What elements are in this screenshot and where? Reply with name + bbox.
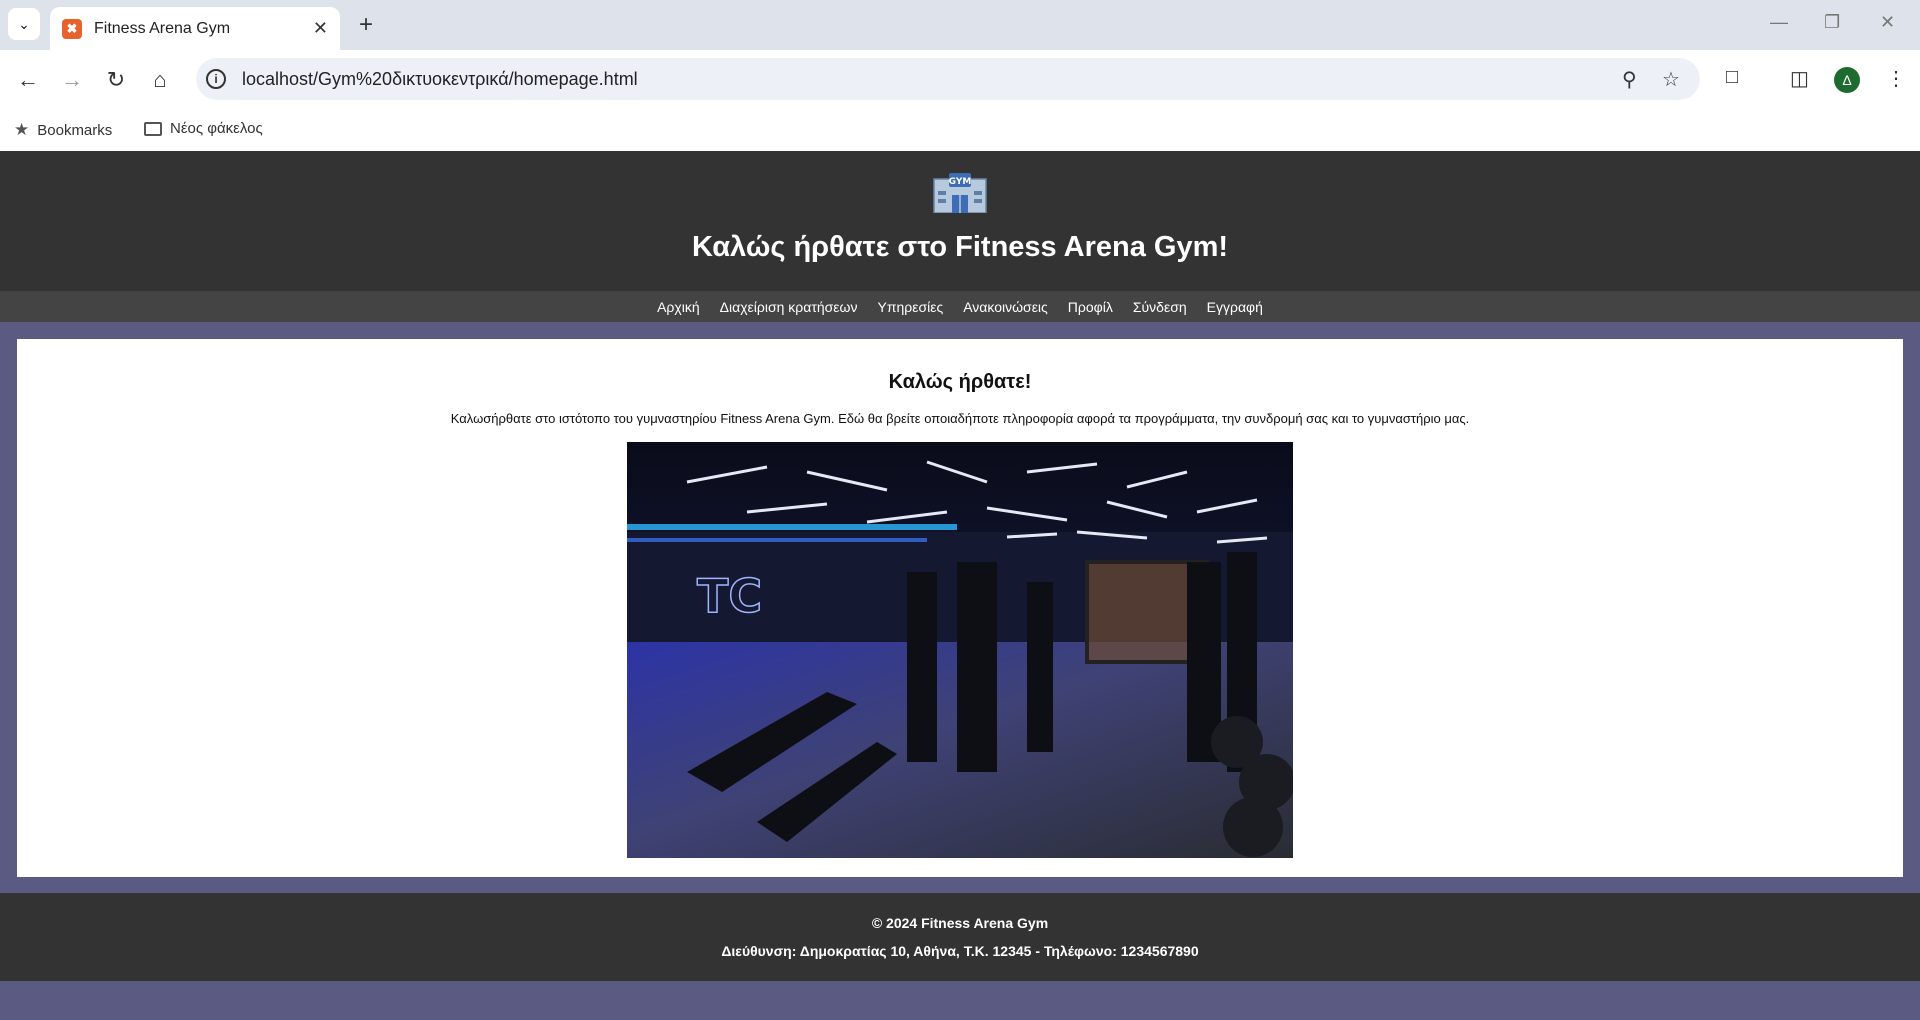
nav-home[interactable]: Αρχική — [657, 299, 700, 315]
welcome-section: Καλώς ήρθατε! Καλωσήρθατε στο ιστότοπο τ… — [17, 339, 1903, 877]
menu-icon[interactable]: ⋮ — [1886, 66, 1906, 91]
address-bar[interactable]: i localhost/Gym%20δικτυοκεντρικά/homepag… — [196, 58, 1700, 100]
main-nav: Αρχική Διαχείριση κρατήσεων Υπηρεσίες Αν… — [0, 291, 1920, 322]
nav-services[interactable]: Υπηρεσίες — [877, 299, 943, 315]
tab-title: Fitness Arena Gym — [94, 19, 231, 37]
page-title: Καλώς ήρθατε στο Fitness Arena Gym! — [691, 231, 1229, 263]
welcome-text: Καλωσήρθατε στο ιστότοπο του γυμναστηρίο… — [450, 411, 1470, 426]
browser-tab[interactable]: ✖ Fitness Arena Gym ✕ — [50, 7, 340, 50]
zoom-icon[interactable]: ⚲ — [1622, 67, 1637, 92]
site-header: GYM Καλώς ήρθατε στο Fitness Arena Gym! — [0, 151, 1920, 291]
copyright-text: © 2024 Fitness Arena Gym — [871, 915, 1049, 931]
minimize-icon[interactable]: — — [1770, 12, 1788, 33]
home-icon[interactable]: ⌂ — [146, 66, 174, 94]
close-icon[interactable]: ✕ — [313, 18, 328, 39]
favicon-icon: ✖ — [62, 18, 82, 39]
tab-list-button[interactable]: ⌄ — [8, 8, 40, 40]
gym-building-icon: GYM — [933, 173, 987, 213]
gym-interior-image: TC — [627, 442, 1293, 858]
bookmark-label: Νέος φάκελος — [170, 120, 263, 137]
logo-text: GYM — [949, 177, 972, 187]
bookmarks-bar: ★ Bookmarks Νέος φάκελος — [0, 108, 1920, 151]
reload-icon[interactable]: ↻ — [102, 66, 130, 94]
bookmark-item[interactable]: ★ Bookmarks — [14, 120, 112, 140]
bookmark-star-icon[interactable]: ☆ — [1662, 67, 1680, 92]
bookmark-folder[interactable]: Νέος φάκελος — [144, 120, 263, 137]
chevron-down-icon: ⌄ — [18, 15, 30, 32]
contact-text: Διεύθυνση: Δημοκρατίας 10, Αθήνα, Τ.Κ. 1… — [721, 943, 1199, 959]
window-close-icon[interactable]: ✕ — [1880, 12, 1895, 33]
back-icon[interactable]: ← — [14, 66, 42, 94]
nav-announcements[interactable]: Ανακοινώσεις — [963, 299, 1048, 315]
side-panel-icon[interactable]: ◫ — [1790, 66, 1809, 91]
welcome-heading: Καλώς ήρθατε! — [888, 371, 1032, 393]
nav-profile[interactable]: Προφίλ — [1068, 299, 1113, 315]
url-text[interactable]: localhost/Gym%20δικτυοκεντρικά/homepage.… — [242, 69, 638, 90]
star-icon: ★ — [14, 120, 30, 139]
nav-register[interactable]: Εγγραφή — [1207, 299, 1263, 315]
forward-icon[interactable]: → — [58, 66, 86, 94]
nav-bookings[interactable]: Διαχείριση κρατήσεων — [720, 299, 858, 315]
nav-login[interactable]: Σύνδεση — [1133, 299, 1187, 315]
browser-toolbar: ← → ↻ ⌂ i localhost/Gym%20δικτυοκεντρικά… — [0, 50, 1920, 108]
profile-avatar[interactable]: Δ — [1834, 67, 1860, 93]
restore-icon[interactable]: ❐ — [1824, 12, 1840, 33]
svg-text:TC: TC — [697, 569, 762, 623]
browser-tab-bar: ⌄ ✖ Fitness Arena Gym ✕ + — ❐ ✕ — [0, 0, 1920, 50]
site-info-icon[interactable]: i — [206, 69, 226, 89]
main-wrapper: Καλώς ήρθατε! Καλωσήρθατε στο ιστότοπο τ… — [0, 322, 1920, 893]
bookmark-label: Bookmarks — [37, 121, 113, 139]
site-footer: © 2024 Fitness Arena Gym Διεύθυνση: Δημο… — [0, 893, 1920, 981]
folder-icon — [144, 121, 162, 136]
new-tab-button[interactable]: + — [352, 11, 380, 39]
extensions-icon[interactable]: □ — [1726, 66, 1738, 89]
